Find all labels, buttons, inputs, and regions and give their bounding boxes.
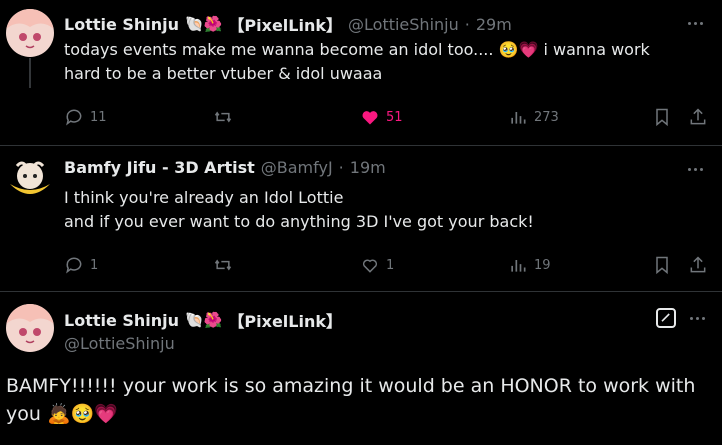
more-icon[interactable] [688,22,703,25]
tweet-text-line1: todays events make me wanna become an id… [64,40,650,59]
more-icon[interactable] [688,168,703,171]
avatar[interactable] [6,304,54,352]
handle[interactable]: @LottieShinju [64,334,175,353]
shell-flower-badges: 🐚🌺 [185,311,223,329]
tweet-text-line1: I think you're already an Idol Lottie [64,188,344,207]
display-name[interactable]: Bamfy Jifu - 3D Artist [64,158,255,177]
heart-icon [362,259,378,273]
shell-flower-badges: 🐚🌺 [185,15,223,33]
tweet-text-line2: hard to be a better vtuber & idol uwaaa [64,64,383,83]
like-button[interactable]: 1 [360,255,394,275]
views-icon [511,260,526,272]
bookmark-button[interactable] [652,255,672,275]
bookmark-button[interactable] [652,107,672,127]
views-count: 19 [534,257,551,273]
reply-count: 1 [90,257,99,273]
reply-count: 11 [90,109,107,125]
dot-separator: · [464,14,470,34]
handle[interactable]: @LottieShinju [348,15,459,34]
timestamp[interactable]: 29m [476,15,512,34]
handle[interactable]: @BamfyJ [261,158,333,177]
reply-button[interactable]: 11 [64,107,107,127]
tweet-1[interactable]: Lottie Shinju 🐚🌺 【PixelLink】 @LottieShin… [0,0,722,150]
views-button[interactable]: 19 [508,255,551,275]
timestamp[interactable]: 19m [350,158,386,177]
affiliation: 【PixelLink】 [228,312,343,331]
retweet-icon [214,259,232,271]
share-button[interactable] [688,255,708,275]
bookmark-icon [656,256,668,275]
share-icon [690,256,706,273]
views-button[interactable]: 273 [508,107,559,127]
share-icon [690,108,706,125]
reply-icon [66,257,82,274]
views-count: 273 [534,109,559,125]
reply-button[interactable]: 1 [64,255,98,275]
more-icon[interactable] [690,317,705,320]
share-button[interactable] [688,107,708,127]
tweet-2[interactable]: Bamfy Jifu - 3D Artist @BamfyJ · 19m I t… [0,58,722,292]
retweet-button[interactable] [213,107,239,127]
reply-icon [66,109,82,126]
display-name[interactable]: Lottie Shinju [64,311,179,330]
edit-icon[interactable] [656,308,676,328]
avatar[interactable] [6,9,54,57]
like-button[interactable]: 51 [360,107,403,127]
views-icon [511,112,526,124]
retweet-icon [214,111,232,123]
heart-icon [362,111,378,125]
display-name[interactable]: Lottie Shinju [64,15,179,34]
like-count: 51 [386,109,403,125]
like-count: 1 [386,257,395,273]
affiliation: 【PixelLink】 [228,16,343,35]
retweet-button[interactable] [213,255,239,275]
dot-separator: · [338,158,344,177]
focused-tweet[interactable]: Lottie Shinju 🐚🌺 【PixelLink】 @LottieShin… [0,292,722,445]
avatar[interactable] [6,154,54,202]
bookmark-icon [656,108,668,127]
tweet-text-line2: you 🙇🥹💗 [6,403,118,425]
tweet-text-line1: BAMFY!!!!!! your work is so amazing it w… [6,375,696,397]
thread-line [29,58,31,88]
tweet-text-line2: and if you ever want to do anything 3D I… [64,212,534,231]
